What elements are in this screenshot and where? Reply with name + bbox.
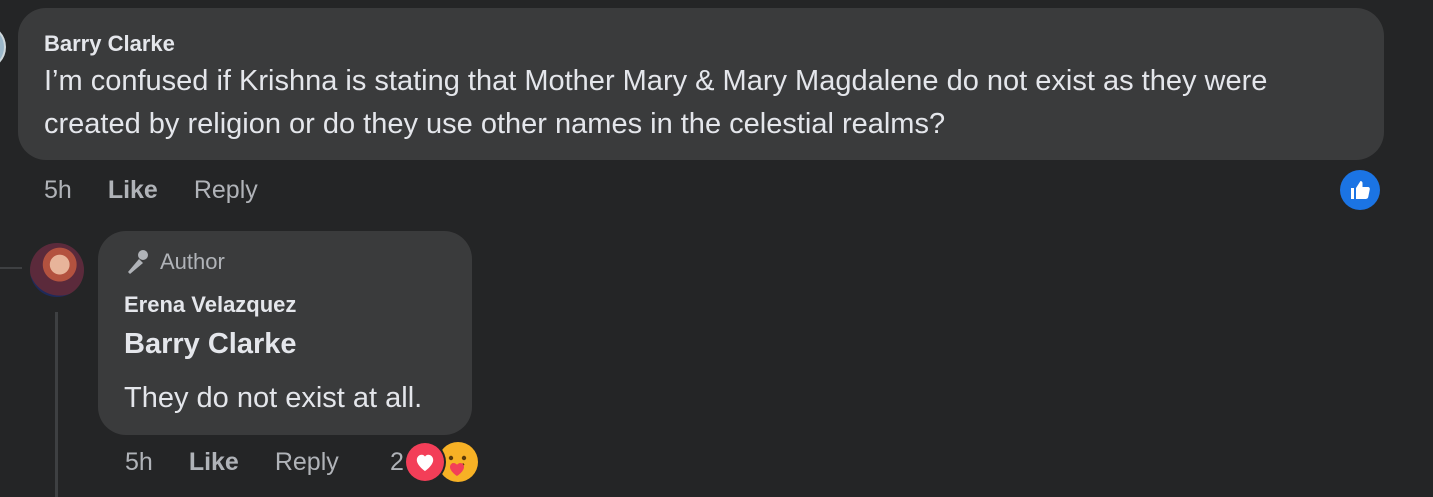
- like-icon: [1351, 181, 1370, 199]
- comment-text: I’m confused if Krishna is stating that …: [44, 65, 1268, 140]
- reply-like-button[interactable]: Like: [189, 448, 239, 477]
- reply-bubble: Author Erena Velazquez Barry Clarke They…: [98, 231, 472, 435]
- comment-author[interactable]: Barry Clarke: [44, 30, 1358, 58]
- reply-actions: 5h Like Reply: [125, 448, 375, 477]
- reaction-count: 2: [390, 447, 404, 476]
- commenter-avatar[interactable]: [0, 24, 6, 70]
- like-reaction-badge[interactable]: [1340, 170, 1380, 210]
- comment-bubble: Barry Clarke I’m confused if Krishna is …: [18, 8, 1384, 160]
- heart-icon: [405, 443, 444, 481]
- reply-author-name[interactable]: Erena Velazquez: [124, 291, 446, 319]
- reply-text: They do not exist at all.: [124, 382, 423, 414]
- comment-thread: Barry Clarke I’m confused if Krishna is …: [0, 0, 1433, 497]
- thread-connector-vertical: [55, 312, 58, 497]
- reply-timestamp[interactable]: 5h: [125, 448, 153, 477]
- microphone-icon: [128, 250, 148, 274]
- comment-timestamp[interactable]: 5h: [44, 176, 72, 205]
- reply-reply-button[interactable]: Reply: [275, 448, 339, 477]
- mention-tag[interactable]: Barry Clarke: [124, 327, 446, 361]
- comment-actions: 5h Like Reply: [44, 176, 294, 205]
- reply-author-avatar[interactable]: [30, 243, 84, 297]
- reply-reactions[interactable]: 2: [390, 442, 478, 482]
- reply-button[interactable]: Reply: [194, 176, 258, 205]
- care-icon: [437, 442, 478, 482]
- like-button[interactable]: Like: [108, 176, 158, 205]
- thread-connector-horizontal: [0, 267, 22, 269]
- author-badge: Author: [124, 247, 446, 277]
- author-badge-label: Author: [160, 249, 225, 274]
